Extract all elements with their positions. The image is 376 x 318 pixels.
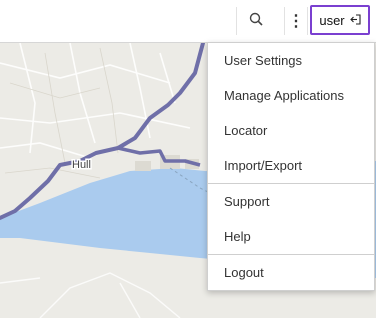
menu-item-help[interactable]: Help	[208, 219, 374, 254]
menu-item-manage-applications[interactable]: Manage Applications	[208, 78, 374, 113]
map-place-label: Hull	[72, 159, 91, 171]
user-menu-button[interactable]: user	[310, 5, 370, 35]
user-label: user	[319, 12, 345, 28]
more-vertical-icon: ⋮	[288, 13, 304, 30]
menu-item-locator[interactable]: Locator	[208, 113, 374, 148]
menu-item-support[interactable]: Support	[208, 184, 374, 219]
menu-item-logout[interactable]: Logout	[208, 255, 374, 290]
menu-item-import-export[interactable]: Import/Export	[208, 148, 374, 183]
sign-out-icon	[349, 13, 361, 28]
search-button[interactable]	[236, 7, 275, 35]
top-toolbar: ⋮ user	[0, 0, 376, 43]
app-page: Hull Hull ⋮ user User Settings Manage Ap…	[0, 0, 376, 318]
search-icon	[249, 12, 263, 31]
more-options-button[interactable]: ⋮	[284, 7, 308, 35]
menu-item-user-settings[interactable]: User Settings	[208, 43, 374, 78]
user-dropdown-menu: User Settings Manage Applications Locato…	[207, 42, 375, 291]
